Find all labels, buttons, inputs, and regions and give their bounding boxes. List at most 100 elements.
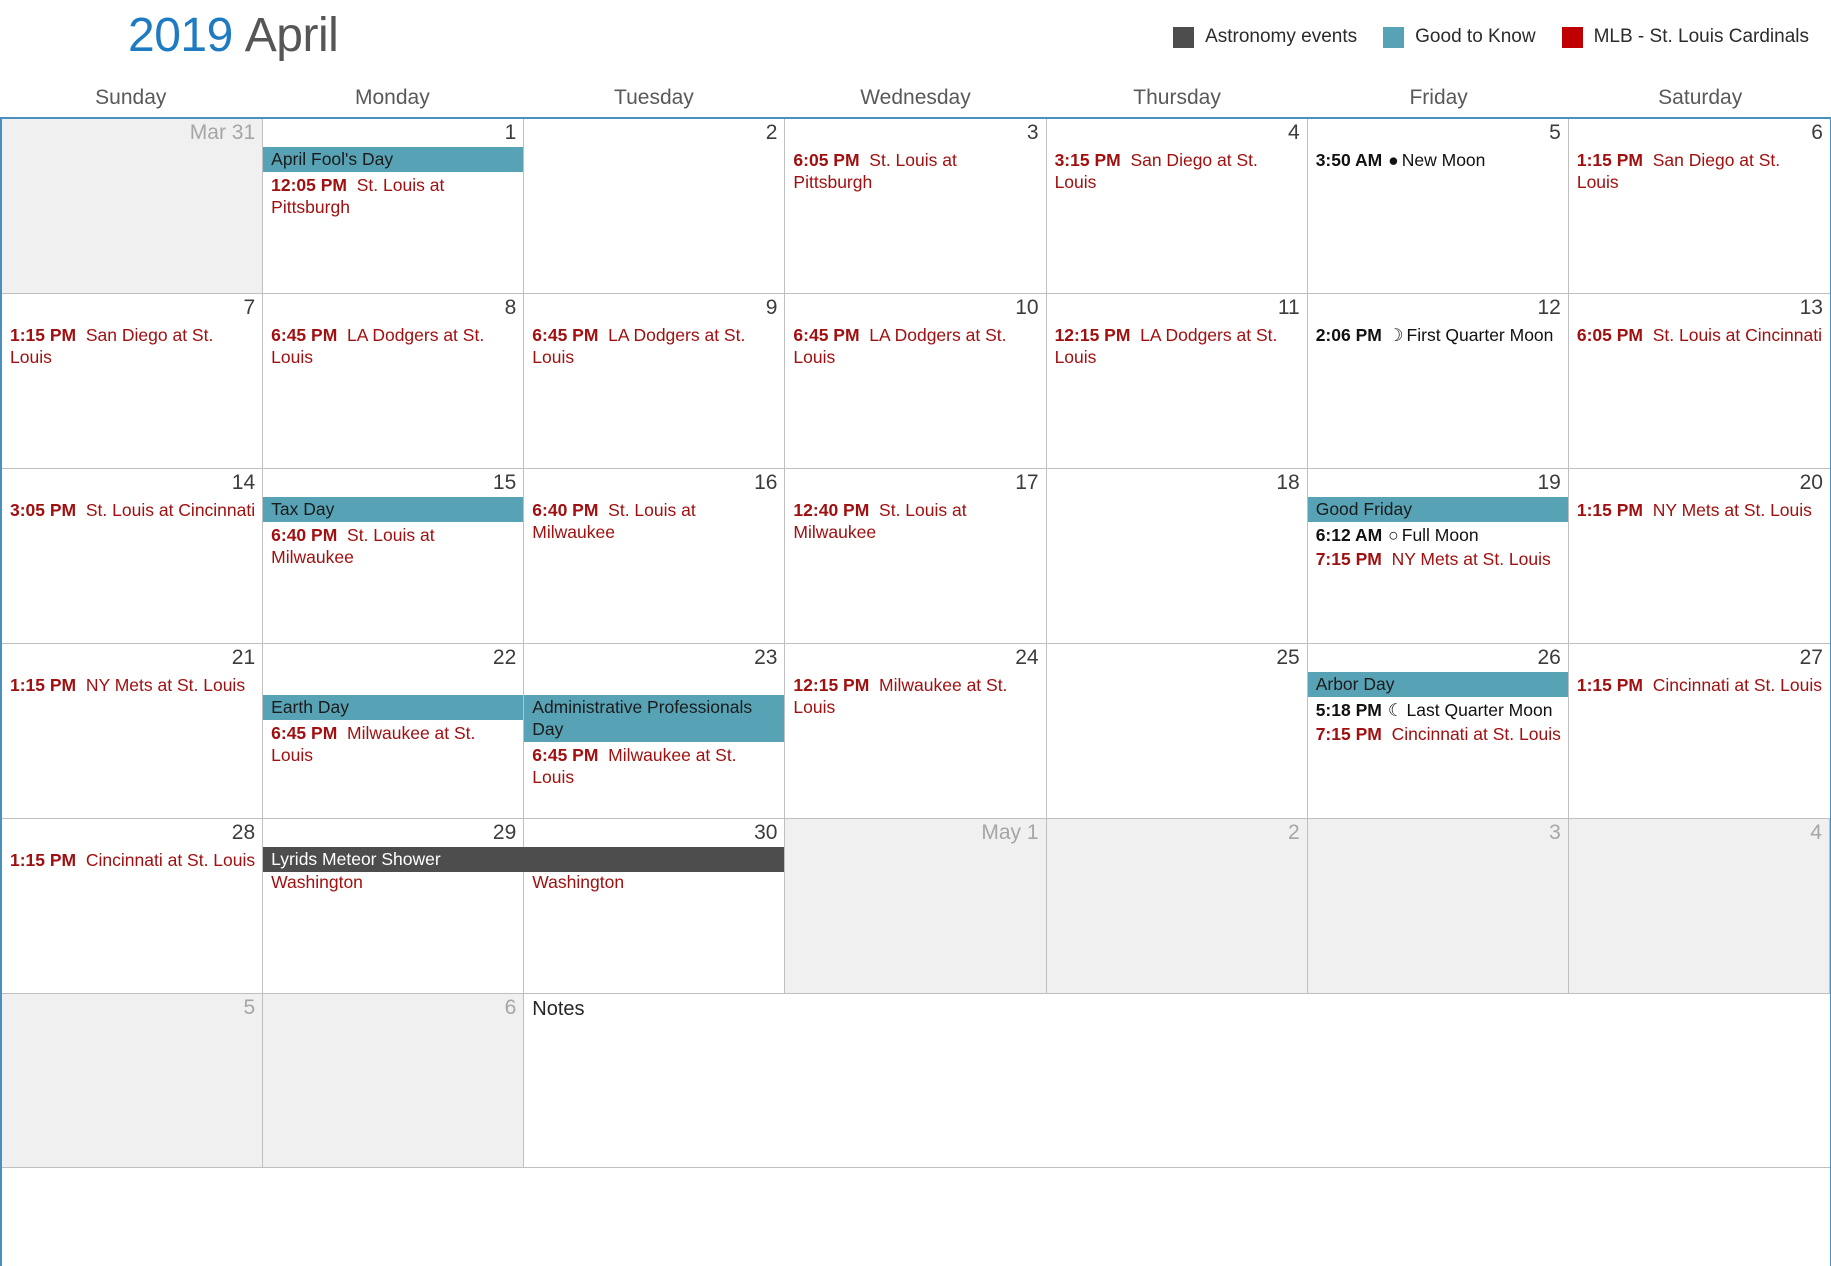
calendar-day-cell[interactable]: 3	[1307, 819, 1569, 994]
day-events: 12:40 PM St. Louis at Milwaukee	[785, 497, 1045, 643]
calendar-day-cell[interactable]: 6	[263, 994, 525, 1168]
day-number: 10	[1015, 296, 1039, 319]
notes-area[interactable]: Notes	[524, 994, 1830, 1168]
day-number: 19	[1537, 471, 1561, 494]
event-time: 1:15 PM	[1576, 150, 1643, 170]
calendar-day-cell[interactable]: 20 1:15 PM NY Mets at St. Louis	[1568, 469, 1830, 644]
event-time: 6:12 AM	[1315, 525, 1383, 545]
event-good-to-know[interactable]: April Fool's Day	[263, 147, 524, 172]
event-mlb[interactable]: 6:45 PM LA Dodgers at St. Louis	[524, 322, 784, 368]
event-label: Tax Day	[271, 499, 335, 519]
event-mlb[interactable]: 3:15 PM San Diego at St. Louis	[1047, 147, 1307, 193]
calendar-day-cell[interactable]: 19 Good Friday 6:12 AM ○ Full Moon 7:15 PM NY…	[1307, 469, 1569, 644]
event-label: Cincinnati at St. Louis	[1391, 724, 1561, 744]
calendar-day-cell[interactable]: 4	[1568, 819, 1830, 994]
calendar-day-cell[interactable]: 22 Earth Day 6:45 PM Milwaukee at St. Loui…	[263, 644, 525, 819]
event-mlb[interactable]: 1:15 PM San Diego at St. Louis	[2, 322, 262, 368]
calendar-day-cell[interactable]: 11 12:15 PM LA Dodgers at St. Louis	[1046, 294, 1308, 469]
calendar-day-cell[interactable]: 306:05 PM St. Louis at Washington	[524, 819, 786, 994]
event-good-to-know[interactable]: Earth Day	[263, 695, 524, 720]
calendar-day-cell[interactable]: 16 6:40 PM St. Louis at Milwaukee	[524, 469, 786, 644]
calendar-day-cell[interactable]: 2	[1046, 819, 1308, 994]
calendar-day-cell[interactable]: 3 6:05 PM St. Louis at Pittsburgh	[785, 119, 1047, 294]
day-events: 3:15 PM San Diego at St. Louis	[1047, 147, 1307, 293]
calendar-day-cell[interactable]: 5	[2, 994, 264, 1168]
event-mlb[interactable]: 6:05 PM St. Louis at Pittsburgh	[785, 147, 1045, 193]
event-label: St. Louis at Cincinnati	[1652, 325, 1822, 345]
event-label: April Fool's Day	[271, 149, 394, 169]
event-time: 7:15 PM	[1315, 724, 1382, 744]
event-good-to-know[interactable]: Administrative Professionals Day	[524, 695, 785, 742]
event-mlb[interactable]: 7:15 PM NY Mets at St. Louis	[1308, 546, 1568, 570]
calendar-day-cell[interactable]: 296:05 PM St. Louis at Washington	[263, 819, 525, 994]
event-mlb[interactable]: 12:15 PM Milwaukee at St. Louis	[785, 672, 1045, 718]
event-astronomy[interactable]: 5:18 PM ☾ Last Quarter Moon	[1308, 697, 1568, 721]
calendar-day-cell[interactable]: 7 1:15 PM San Diego at St. Louis	[2, 294, 264, 469]
event-astronomy[interactable]: 2:06 PM ☽ First Quarter Moon	[1308, 322, 1568, 346]
calendar-day-cell[interactable]: 27 1:15 PM Cincinnati at St. Louis	[1568, 644, 1830, 819]
title-month: April	[244, 9, 339, 62]
calendar-day-cell[interactable]: 13 6:05 PM St. Louis at Cincinnati	[1568, 294, 1830, 469]
calendar-day-cell[interactable]: 26 Arbor Day 5:18 PM ☾ Last Quarter Moon 7:15…	[1307, 644, 1569, 819]
event-mlb[interactable]: 1:15 PM Cincinnati at St. Louis	[1569, 672, 1830, 696]
day-number: 30	[754, 821, 778, 844]
calendar-day-cell[interactable]: 2	[524, 119, 786, 294]
calendar-day-cell[interactable]: 4 3:15 PM San Diego at St. Louis	[1046, 119, 1308, 294]
event-astronomy[interactable]: 3:50 AM ● New Moon	[1308, 147, 1568, 171]
day-events: 3:50 AM ● New Moon	[1308, 147, 1568, 293]
day-number: 23	[754, 646, 778, 669]
event-label: New Moon	[1401, 150, 1486, 170]
event-mlb[interactable]: 7:15 PM Cincinnati at St. Louis	[1308, 721, 1568, 745]
event-mlb[interactable]: 1:15 PM NY Mets at St. Louis	[1569, 497, 1830, 521]
calendar-day-cell[interactable]: 12 2:06 PM ☽ First Quarter Moon	[1307, 294, 1569, 469]
event-mlb[interactable]: 12:15 PM LA Dodgers at St. Louis	[1047, 322, 1307, 368]
event-mlb[interactable]: 6:45 PM Milwaukee at St. Louis	[263, 720, 523, 766]
event-good-to-know[interactable]: Arbor Day	[1307, 672, 1568, 697]
event-mlb[interactable]: 6:45 PM LA Dodgers at St. Louis	[263, 322, 523, 368]
event-mlb[interactable]: 1:15 PM San Diego at St. Louis	[1569, 147, 1830, 193]
event-mlb[interactable]: 6:45 PM Milwaukee at St. Louis	[524, 742, 784, 788]
calendar-day-cell[interactable]: 8 6:45 PM LA Dodgers at St. Louis	[263, 294, 525, 469]
event-mlb[interactable]: 12:40 PM St. Louis at Milwaukee	[785, 497, 1045, 543]
calendar-day-cell[interactable]: 17 12:40 PM St. Louis at Milwaukee	[785, 469, 1047, 644]
event-astronomy-span[interactable]: Lyrids Meteor Shower	[263, 847, 785, 872]
event-mlb[interactable]: 6:45 PM LA Dodgers at St. Louis	[785, 322, 1045, 368]
event-mlb[interactable]: 1:15 PM NY Mets at St. Louis	[2, 672, 262, 696]
calendar-day-cell[interactable]: 1 April Fool's Day 12:05 PM St. Louis at P…	[263, 119, 525, 294]
event-mlb[interactable]: 6:40 PM St. Louis at Milwaukee	[524, 497, 784, 543]
calendar-day-cell[interactable]: Mar 31	[2, 119, 264, 294]
day-events: 6:40 PM St. Louis at Milwaukee	[524, 497, 784, 643]
calendar-day-cell[interactable]: 24 12:15 PM Milwaukee at St. Louis	[785, 644, 1047, 819]
calendar-day-cell[interactable]: 21 1:15 PM NY Mets at St. Louis	[2, 644, 264, 819]
day-number: May 1	[981, 821, 1039, 844]
event-astronomy[interactable]: 6:12 AM ○ Full Moon	[1308, 522, 1568, 546]
event-mlb[interactable]: 6:05 PM St. Louis at Cincinnati	[1569, 322, 1830, 346]
calendar-day-cell[interactable]: 14 3:05 PM St. Louis at Cincinnati	[2, 469, 264, 644]
calendar-day-cell[interactable]: 23 Administrative Professionals Day 6:45 P…	[524, 644, 786, 819]
event-mlb[interactable]: 12:05 PM St. Louis at Pittsburgh	[263, 172, 523, 218]
calendar-day-cell[interactable]: 5 3:50 AM ● New Moon	[1307, 119, 1569, 294]
event-mlb[interactable]: 6:40 PM St. Louis at Milwaukee	[263, 522, 523, 568]
calendar-day-cell[interactable]: 18	[1046, 469, 1308, 644]
event-time: 1:15 PM	[1576, 500, 1643, 520]
day-number: 8	[504, 296, 517, 319]
calendar-day-cell[interactable]: 28 1:15 PM Cincinnati at St. Louis	[2, 819, 264, 994]
day-events: 1:15 PM NY Mets at St. Louis	[1569, 497, 1830, 643]
calendar-day-cell[interactable]: 10 6:45 PM LA Dodgers at St. Louis	[785, 294, 1047, 469]
calendar-day-cell[interactable]: 9 6:45 PM LA Dodgers at St. Louis	[524, 294, 786, 469]
event-mlb[interactable]: 3:05 PM St. Louis at Cincinnati	[2, 497, 262, 521]
calendar-day-cell[interactable]: May 1	[785, 819, 1047, 994]
calendar-day-cell[interactable]: 15 Tax Day 6:40 PM St. Louis at Milwaukee	[263, 469, 525, 644]
calendar-day-cell[interactable]: 25	[1046, 644, 1308, 819]
event-good-to-know[interactable]: Good Friday	[1307, 497, 1568, 522]
square-swatch	[1561, 26, 1583, 48]
day-number: 25	[1276, 646, 1300, 669]
event-mlb[interactable]: 1:15 PM Cincinnati at St. Louis	[2, 847, 262, 871]
event-time: 1:15 PM	[10, 850, 77, 870]
weekday-header: Saturday	[1658, 86, 1743, 109]
day-events	[1047, 847, 1307, 993]
event-time: 6:40 PM	[271, 525, 338, 545]
event-good-to-know[interactable]: Tax Day	[263, 497, 524, 522]
day-events: Good Friday 6:12 AM ○ Full Moon 7:15 PM NY M…	[1307, 497, 1568, 643]
calendar-day-cell[interactable]: 6 1:15 PM San Diego at St. Louis	[1568, 119, 1830, 294]
